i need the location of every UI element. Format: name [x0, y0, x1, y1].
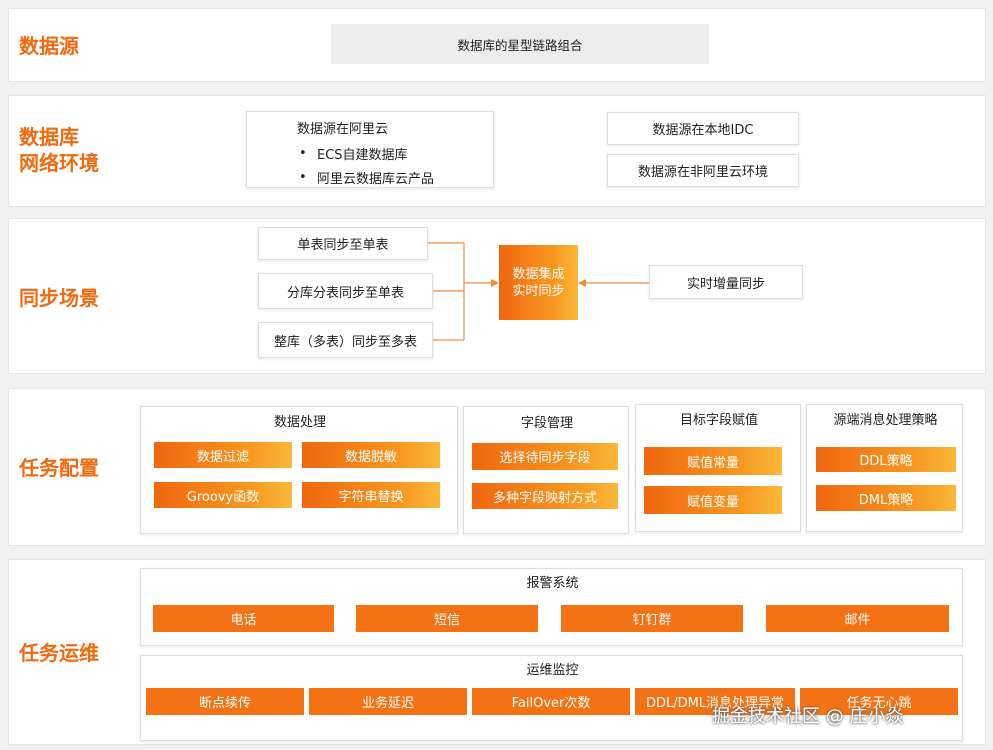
non-aliyun-card: 数据源在非阿里云环境: [607, 154, 799, 187]
source-message-strategy-card: 源端消息处理策略 DDL策略 DML策略: [806, 404, 963, 532]
watermark: 掘金技术社区 @ 庄小焱: [712, 706, 904, 727]
aliyun-item: • ECS自建数据库: [295, 144, 408, 163]
star-topology-box: 数据库的星型链路组合: [331, 24, 709, 64]
section-title-data-source: 数据源: [19, 34, 79, 58]
field-mapping-button[interactable]: 多种字段映射方式: [472, 483, 618, 509]
bullet-icon: •: [299, 146, 307, 161]
ddl-strategy-button[interactable]: DDL策略: [816, 447, 956, 472]
ops-monitor-title: 运维监控: [526, 662, 579, 678]
local-idc-card: 数据源在本地IDC: [607, 112, 799, 145]
alarm-system-card: 报警系统 电话 短信 钉钉群 邮件: [140, 568, 963, 646]
section-data-source: 数据源 数据库的星型链路组合: [8, 8, 986, 82]
section-sync: 同步场景 单表同步至单表 分库分表同步至单表 整库（多表）同步至多表 数据集成 …: [8, 218, 986, 374]
bullet-icon: •: [299, 170, 307, 185]
section-title-network: 数据库 网络环境: [19, 124, 99, 176]
ops-monitor-card: 运维监控 断点续传 业务延迟 FailOver次数 DDL/DML消息处理异常 …: [140, 655, 963, 741]
data-integration-realtime-sync: 数据集成 实时同步: [499, 245, 578, 320]
field-management-card: 字段管理 选择待同步字段 多种字段映射方式: [463, 406, 629, 534]
alarm-sms-button[interactable]: 短信: [356, 605, 538, 632]
data-masking-button[interactable]: 数据脱敏: [302, 442, 440, 468]
alarm-phone-button[interactable]: 电话: [153, 605, 334, 632]
business-latency-button[interactable]: 业务延迟: [309, 688, 467, 715]
target-field-assign-title: 目标字段赋值: [679, 412, 758, 428]
center-label-line2: 实时同步: [512, 283, 565, 299]
aliyun-item-label: 阿里云数据库云产品: [317, 172, 435, 187]
realtime-incremental-sync: 实时增量同步: [649, 265, 803, 299]
string-replace-button[interactable]: 字符串替换: [302, 482, 440, 508]
data-processing-title: 数据处理: [273, 414, 326, 430]
groovy-function-button[interactable]: Groovy函数: [154, 482, 292, 508]
alarm-system-title: 报警系统: [526, 575, 579, 591]
dml-strategy-button[interactable]: DML策略: [816, 485, 956, 511]
section-task-config: 任务配置 数据处理 数据过滤 数据脱敏 Groovy函数 字符串替换 字段管理 …: [8, 388, 986, 546]
aliyun-item: • 阿里云数据库云产品: [295, 168, 434, 187]
target-field-assign-card: 目标字段赋值 赋值常量 赋值变量: [635, 404, 801, 532]
aliyun-source-title: 数据源在阿里云: [297, 122, 389, 137]
section-network: 数据库 网络环境 数据源在阿里云 • ECS自建数据库 • 阿里云数据库云产品 …: [8, 95, 986, 207]
source-message-strategy-title: 源端消息处理策略: [833, 412, 938, 428]
failover-count-button[interactable]: FailOver次数: [472, 688, 630, 715]
section-title-task-config: 任务配置: [19, 456, 99, 480]
aliyun-source-card: 数据源在阿里云 • ECS自建数据库 • 阿里云数据库云产品: [246, 111, 494, 188]
data-filter-button[interactable]: 数据过滤: [154, 442, 292, 468]
alarm-dingtalk-button[interactable]: 钉钉群: [561, 605, 743, 632]
assign-constant-button[interactable]: 赋值常量: [644, 447, 782, 475]
select-sync-fields-button[interactable]: 选择待同步字段: [472, 443, 618, 470]
aliyun-item-label: ECS自建数据库: [317, 148, 408, 163]
center-label-line1: 数据集成: [512, 266, 565, 282]
section-title-task-ops: 任务运维: [19, 641, 99, 665]
sync-connector-lines: [428, 242, 649, 341]
alarm-email-button[interactable]: 邮件: [766, 605, 949, 632]
section-title-network-line1: 数据库: [19, 125, 79, 149]
field-management-title: 字段管理: [520, 415, 573, 431]
section-title-network-line2: 网络环境: [19, 151, 99, 175]
assign-variable-button[interactable]: 赋值变量: [644, 486, 782, 514]
resume-transfer-button[interactable]: 断点续传: [146, 688, 304, 715]
data-processing-card: 数据处理 数据过滤 数据脱敏 Groovy函数 字符串替换: [140, 406, 458, 534]
